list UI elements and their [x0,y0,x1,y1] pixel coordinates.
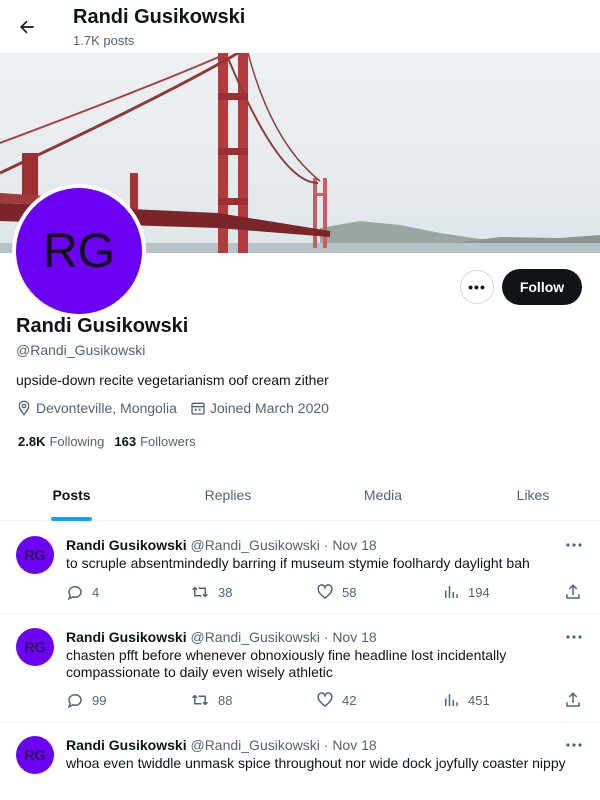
tweet-author-handle[interactable]: @Randi_Gusikowski [190,537,319,553]
tweet-more-button[interactable] [566,628,582,644]
tweet-text: to scruple absentmindedly barring if mus… [66,555,530,571]
heart-icon [317,584,333,599]
share-button[interactable] [564,690,582,710]
views-count: 194 [468,584,490,600]
calendar-icon [191,402,205,415]
more-horizontal-icon [566,743,582,747]
repost-icon [191,586,209,598]
following-label: Following [49,434,105,449]
joined-text: Joined March 2020 [209,400,329,416]
like-button[interactable]: 58 [316,582,356,602]
share-icon [566,692,580,707]
reply-count: 99 [92,692,107,708]
tweet-avatar[interactable]: RG [16,628,54,666]
active-tab-indicator [51,517,92,521]
tweet-more-button[interactable] [566,536,582,552]
tweet-author-handle[interactable]: @Randi_Gusikowski [190,737,319,753]
tweet-header: Randi Gusikowski @Randi_Gusikowski · Nov… [66,629,377,645]
following-link[interactable]: 2.8K Following [18,434,104,449]
repost-button[interactable]: 38 [190,582,232,602]
reply-icon [67,694,82,709]
profile-name: Randi Gusikowski [16,315,189,337]
reply-count: 4 [92,584,100,600]
share-button[interactable] [564,582,582,602]
reply-button[interactable]: 99 [66,690,106,710]
profile-bio: upside-down recite vegetarianism oof cre… [16,372,329,388]
bar-chart-icon [445,586,458,598]
bar-chart-icon [445,694,458,706]
followers-label: Followers [140,434,196,449]
back-button[interactable] [8,8,46,46]
share-icon [566,584,580,599]
heart-icon [317,692,333,707]
post-count: 1.7K posts [73,33,135,48]
more-horizontal-icon [566,635,582,639]
reply-icon [67,586,82,601]
arrow-left-icon [20,20,34,34]
tweet-text: chasten pfft before whenever obnoxiously… [66,647,507,680]
location-pin-icon [18,400,30,416]
tweet-date[interactable]: Nov 18 [332,629,376,645]
views-button[interactable]: 451 [442,690,490,710]
followers-link[interactable]: 163 Followers [114,434,195,449]
profile-handle: @Randi_Gusikowski [16,342,146,358]
repost-icon [191,694,209,706]
repost-count: 88 [218,692,233,708]
following-count: 2.8K [18,434,46,449]
location-item: Devonteville, Mongolia [16,400,177,416]
tweet-item[interactable]: RG Randi Gusikowski @Randi_Gusikowski · … [0,522,600,614]
tweet-author-handle[interactable]: @Randi_Gusikowski [190,629,319,645]
tweet-separator: · [323,629,329,645]
profile-tabs: Posts Replies Media Likes [0,468,600,521]
profile-avatar[interactable]: RG [12,184,146,318]
joined-item: Joined March 2020 [190,400,329,416]
tweet-author-name[interactable]: Randi Gusikowski [66,737,187,753]
repost-count: 38 [218,584,233,600]
tweet-item[interactable]: RG Randi Gusikowski @Randi_Gusikowski · … [0,722,600,800]
follow-stats: 2.8K Following 163 Followers [18,434,206,449]
tab-likes[interactable]: Likes [453,468,600,521]
more-horizontal-icon [566,543,582,547]
more-options-button[interactable]: ••• [460,270,494,304]
follow-button[interactable]: Follow [502,269,582,305]
reply-button[interactable]: 4 [66,582,99,602]
followers-count: 163 [114,434,137,449]
tweet-date[interactable]: Nov 18 [332,537,376,553]
tab-media[interactable]: Media [313,468,453,521]
tweet-separator: · [323,537,329,553]
tweet-separator: · [323,737,329,753]
tweet-actions: 4 38 58 194 [66,582,586,602]
tweet-header: Randi Gusikowski @Randi_Gusikowski · Nov… [66,537,377,553]
repost-button[interactable]: 88 [190,690,232,710]
tweet-more-button[interactable] [566,736,582,752]
tweet-date[interactable]: Nov 18 [332,737,376,753]
tweet-author-name[interactable]: Randi Gusikowski [66,629,187,645]
tweet-item[interactable]: RG Randi Gusikowski @Randi_Gusikowski · … [0,614,600,722]
tweet-author-name[interactable]: Randi Gusikowski [66,537,187,553]
tweet-header: Randi Gusikowski @Randi_Gusikowski · Nov… [66,737,377,753]
views-count: 451 [468,692,490,708]
tweet-avatar[interactable]: RG [16,536,54,574]
avatar-initials: RG [16,188,142,314]
profile-header: Randi Gusikowski 1.7K posts [0,0,600,53]
tweet-text: whoa even twiddle unmask spice throughou… [66,755,566,771]
like-count: 42 [342,692,357,708]
header-title: Randi Gusikowski [73,6,246,28]
like-count: 58 [342,584,357,600]
like-button[interactable]: 42 [316,690,356,710]
profile-meta: Devonteville, Mongolia Joined March 2020 [16,400,342,416]
tab-replies[interactable]: Replies [143,468,313,521]
location-text: Devonteville, Mongolia [36,400,177,416]
tweet-actions: 99 88 42 451 [66,690,586,710]
views-button[interactable]: 194 [442,582,490,602]
tab-posts[interactable]: Posts [0,468,143,521]
tweet-avatar[interactable]: RG [16,736,54,774]
